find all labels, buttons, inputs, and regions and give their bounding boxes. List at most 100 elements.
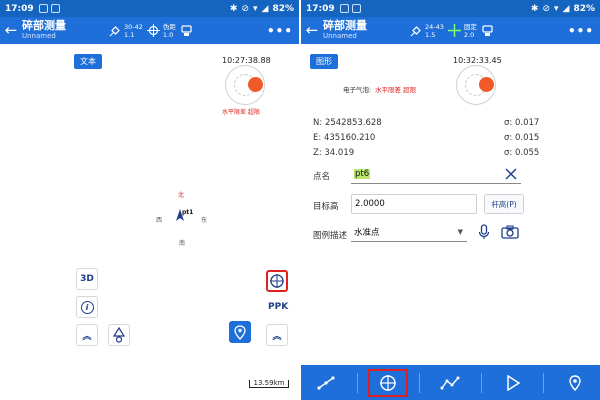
- right-screen: 17:09 ✱ ⊘ ▾ ◢ 82% ← 碎部测量 Unnamed 24-43 1…: [301, 0, 600, 400]
- south-label: 南: [179, 240, 186, 247]
- page-title: 碎部测量: [323, 19, 367, 32]
- location-pin-icon: [234, 324, 246, 340]
- coord-n: N: 2542853.628: [313, 118, 382, 128]
- map-scale: 13.59km: [249, 380, 289, 388]
- title-block: 碎部测量 Unnamed: [22, 20, 104, 41]
- microphone-icon[interactable]: [475, 222, 493, 242]
- east-label: 东: [201, 217, 208, 224]
- text-mode-button[interactable]: 文本: [74, 54, 102, 69]
- signal-icon: ◢: [261, 3, 269, 14]
- bluetooth-icon: ✱: [229, 3, 238, 14]
- location-tool-button[interactable]: [555, 369, 595, 397]
- signal-icon: ◢: [562, 3, 570, 14]
- wifi-icon: ▾: [253, 3, 258, 14]
- satellite-status[interactable]: 24-43 1.5: [409, 23, 444, 39]
- collect-point-tool-button[interactable]: [368, 368, 409, 397]
- coord-e: E: 435160.210: [313, 133, 376, 143]
- title-bar: ← 碎部测量 Unnamed 24-43 1.5 固定 2.0 •••: [301, 17, 600, 44]
- point-name-label: 点名: [313, 172, 331, 182]
- ppk-button[interactable]: PPK: [268, 302, 288, 312]
- system-icons: ✱ ⊘ ▾ ◢ 82%: [230, 4, 294, 14]
- satellite-status[interactable]: 30-42 1.1: [108, 23, 143, 39]
- project-name: Unnamed: [22, 32, 56, 40]
- camera-icon[interactable]: [499, 222, 521, 242]
- coord-z: Z: 34.019: [313, 148, 355, 158]
- north-label: 北: [178, 192, 185, 199]
- project-name: Unnamed: [323, 32, 357, 40]
- 3d-view-button[interactable]: 3D: [76, 268, 98, 290]
- collapse-left-button[interactable]: ︽: [76, 324, 98, 346]
- notification-icons: [339, 4, 361, 13]
- collapse-right-button[interactable]: ︽: [266, 324, 288, 346]
- battery-level: 82%: [272, 3, 294, 14]
- satellite-pdop: 1.5: [425, 30, 436, 39]
- electronic-bubble: [456, 65, 496, 105]
- page-title: 碎部测量: [22, 19, 66, 32]
- device-icon: [180, 24, 194, 38]
- solution-value: 1.0: [162, 30, 174, 39]
- back-arrow-icon[interactable]: ←: [301, 17, 323, 44]
- satellite-icon: [409, 24, 423, 38]
- stakeout-button[interactable]: [108, 324, 130, 346]
- title-block: 碎部测量 Unnamed: [323, 20, 405, 41]
- notification-icon: [50, 4, 60, 13]
- rod-height-button[interactable]: 杆高(P): [484, 194, 524, 214]
- device-status[interactable]: [180, 24, 194, 38]
- electronic-bubble: [225, 65, 265, 105]
- clock: 10:32:33.45: [453, 56, 502, 65]
- target-height-input[interactable]: 2.0000: [351, 194, 477, 214]
- location-button[interactable]: [229, 321, 251, 343]
- device-status[interactable]: [481, 24, 495, 38]
- line-tool-button[interactable]: [306, 369, 346, 397]
- chevron-up-icon: ︽: [272, 331, 282, 342]
- bubble-warning: 水平限差 超限: [222, 109, 260, 116]
- bubble-caption: 电子气泡:: [343, 86, 372, 94]
- legend-label: 图例描述: [313, 231, 348, 241]
- stakeout-icon: [112, 327, 126, 343]
- play-icon: [506, 374, 520, 391]
- notification-icons: [38, 4, 60, 13]
- point-label: pt1: [182, 209, 194, 216]
- mute-icon: ⊘: [241, 3, 249, 14]
- polyline-tool-button[interactable]: [430, 369, 470, 397]
- point-name-input[interactable]: pt6: [351, 164, 521, 184]
- crosshair-icon: [448, 24, 462, 38]
- status-bar: 17:09 ✱ ⊘ ▾ ◢ 82%: [301, 0, 600, 17]
- chevron-up-icon: ︽: [82, 331, 92, 342]
- system-icons: ✱ ⊘ ▾ ◢ 82%: [531, 4, 595, 14]
- info-icon: i: [80, 300, 94, 314]
- back-arrow-icon[interactable]: ←: [0, 17, 22, 44]
- play-button[interactable]: [493, 369, 533, 397]
- bubble-warning: 水平限差 超限: [375, 86, 417, 94]
- graphic-mode-button[interactable]: 图形: [310, 54, 338, 69]
- solution-status[interactable]: 伪距 1.0: [147, 23, 176, 39]
- sigma-e: σ: 0.015: [504, 133, 540, 143]
- legend-select[interactable]: 水准点 ▼: [351, 222, 467, 242]
- solution-label: 伪距: [162, 22, 176, 31]
- target-point-icon: [380, 374, 397, 391]
- clock: 10:27:38.88: [222, 56, 271, 65]
- more-icon[interactable]: •••: [568, 24, 594, 38]
- notification-icon: [351, 4, 361, 13]
- satellite-icon: [108, 24, 122, 38]
- satellite-ratio: 24-43: [425, 22, 444, 31]
- solution-label: 固定: [463, 22, 477, 31]
- bottom-toolbar: [301, 365, 600, 400]
- satellite-pdop: 1.1: [124, 30, 135, 39]
- satellite-ratio: 30-42: [124, 22, 143, 31]
- info-button[interactable]: i: [76, 296, 98, 318]
- more-icon[interactable]: •••: [267, 24, 293, 38]
- status-bar: 17:09 ✱ ⊘ ▾ ◢ 82%: [0, 0, 299, 17]
- mute-icon: ⊘: [542, 3, 550, 14]
- notification-icon: [38, 4, 48, 13]
- solution-status[interactable]: 固定 2.0: [448, 23, 477, 39]
- clear-icon[interactable]: [501, 164, 521, 184]
- target-point-icon: [270, 274, 284, 288]
- chevron-down-icon: ▼: [457, 227, 463, 236]
- crosshair-icon: [147, 24, 161, 38]
- collect-point-button[interactable]: [266, 270, 288, 292]
- wifi-icon: ▾: [554, 3, 559, 14]
- target-height-label: 目标高: [313, 202, 339, 212]
- west-label: 西: [156, 217, 163, 224]
- location-pin-icon: [568, 374, 581, 391]
